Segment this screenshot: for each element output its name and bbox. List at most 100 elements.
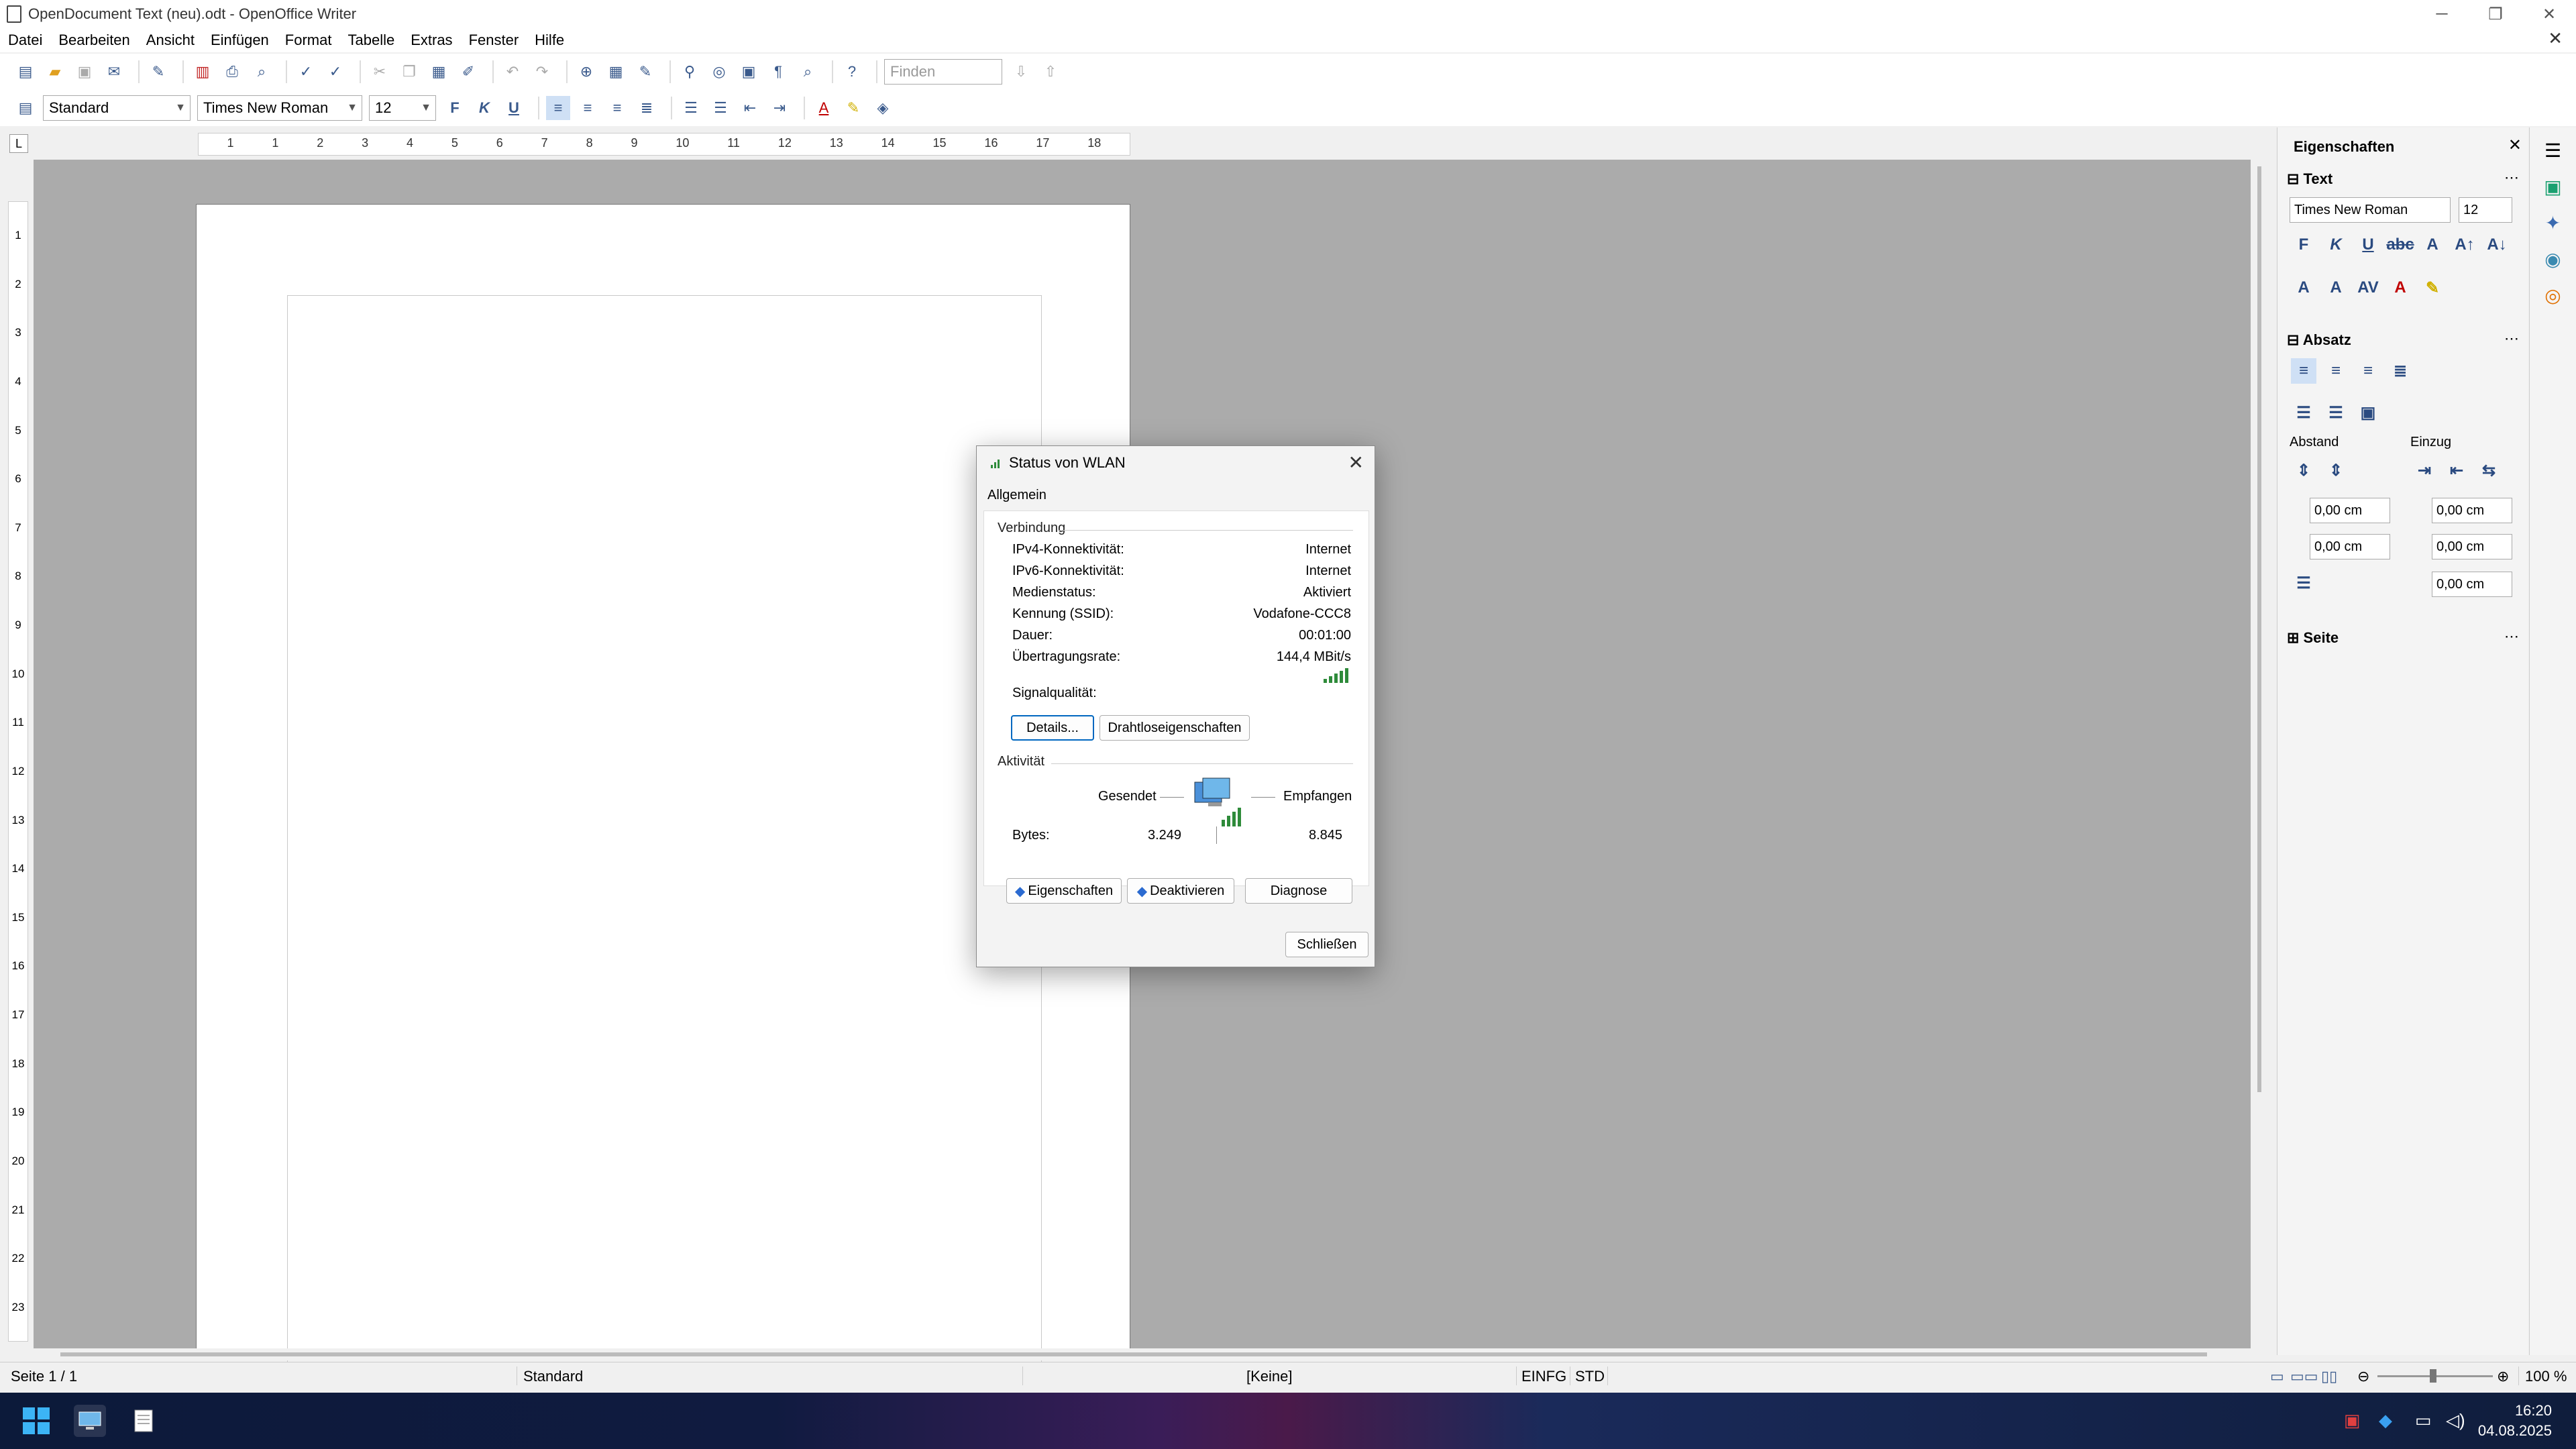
properties-button[interactable]: ◆ Eigenschaften (1006, 878, 1122, 904)
email-icon[interactable]: ✉ (102, 60, 126, 84)
table-icon[interactable]: ▦ (604, 60, 628, 84)
spacing-below-input[interactable]: 0,00 cm (2310, 534, 2390, 559)
tray-network-icon[interactable]: ▭ (2415, 1410, 2432, 1431)
sidebar-bold-button[interactable]: F (2291, 232, 2316, 258)
vertical-scrollbar[interactable] (2251, 160, 2268, 1348)
text-section-header[interactable]: ⊟ Text (2287, 170, 2332, 188)
menu-tabelle[interactable]: Tabelle (347, 32, 394, 49)
bullets-icon[interactable]: ☰ (708, 96, 733, 120)
menu-datei[interactable]: Datei (8, 32, 42, 49)
font-name-select[interactable]: Times New Roman ▼ (197, 95, 362, 121)
increase-indent-icon[interactable]: ⇥ (767, 96, 792, 120)
horizontal-scrollbar[interactable] (34, 1348, 2251, 1360)
decrease-indent-icon[interactable]: ⇤ (738, 96, 762, 120)
bold-button[interactable]: F (443, 96, 467, 120)
tray-antivirus-icon[interactable]: ▣ (2344, 1410, 2361, 1431)
menu-ansicht[interactable]: Ansicht (146, 32, 195, 49)
formatting-marks-icon[interactable]: ¶ (766, 60, 790, 84)
navigator-icon[interactable]: ◎ (707, 60, 731, 84)
copy-icon[interactable]: ❐ (397, 60, 421, 84)
open-folder-icon[interactable]: ▰ (43, 60, 67, 84)
hyperlink-icon[interactable]: ⊕ (574, 60, 598, 84)
menu-fenster[interactable]: Fenster (469, 32, 519, 49)
horizontal-ruler[interactable]: 1 1 2 3 4 5 6 7 8 9 10 11 12 13 14 15 16… (198, 133, 1130, 156)
highlight-icon[interactable]: ✎ (841, 96, 865, 120)
align-center-icon[interactable]: ≡ (576, 96, 600, 120)
disable-button[interactable]: ◆ Deaktivieren (1127, 878, 1234, 904)
text-more-options-icon[interactable]: ⋯ (2504, 169, 2519, 186)
indent-before-input[interactable]: 0,00 cm (2432, 498, 2512, 523)
sidebar-font-color-icon[interactable]: A (2387, 275, 2413, 301)
gallery-icon[interactable]: ▣ (737, 60, 761, 84)
sidebar-align-center-icon[interactable]: ≡ (2323, 358, 2349, 384)
menu-extras[interactable]: Extras (411, 32, 452, 49)
help-icon[interactable]: ? (840, 60, 864, 84)
selection-mode-indicator[interactable]: STD (1575, 1368, 1605, 1385)
decrease-spacing-icon[interactable]: ⇕ (2323, 458, 2349, 483)
diagnose-button[interactable]: Diagnose (1245, 878, 1352, 904)
indent-after-input[interactable]: 0,00 cm (2432, 534, 2512, 559)
book-view-icon[interactable]: ▯▯ (2321, 1368, 2337, 1385)
page-indicator[interactable]: Seite 1 / 1 (11, 1368, 77, 1385)
italic-button[interactable]: K (472, 96, 496, 120)
tray-volume-icon[interactable]: ◁) (2446, 1410, 2465, 1431)
scrollbar-thumb[interactable] (60, 1352, 2207, 1356)
navigator-deck-icon[interactable]: ◎ (2540, 282, 2567, 309)
sidebar-italic-button[interactable]: K (2323, 232, 2349, 258)
sidebar-decrease-indent-icon[interactable]: ⇤ (2444, 458, 2469, 483)
sidebar-numbering-icon[interactable]: ☰ (2323, 400, 2349, 425)
cut-icon[interactable]: ✂ (368, 60, 392, 84)
gallery-deck-icon[interactable]: ◉ (2540, 246, 2567, 272)
menu-bearbeiten[interactable]: Bearbeiten (58, 32, 129, 49)
single-page-view-icon[interactable]: ▭ (2270, 1368, 2284, 1385)
strikethrough-icon[interactable]: abc (2386, 232, 2414, 258)
font-color-icon[interactable]: A (812, 96, 836, 120)
close-window-button[interactable]: ✕ (2522, 0, 2576, 28)
sidebar-size-select[interactable]: 12 (2459, 197, 2512, 223)
format-paintbrush-icon[interactable]: ✐ (456, 60, 480, 84)
hanging-indent-icon[interactable]: ⇆ (2476, 458, 2502, 483)
paragraph-section-header[interactable]: ⊟ Absatz (2287, 331, 2351, 349)
styles-icon[interactable]: ▤ (13, 96, 38, 120)
start-button[interactable] (20, 1405, 52, 1437)
draw-functions-icon[interactable]: ✎ (633, 60, 657, 84)
new-document-icon[interactable]: ▤ (13, 60, 38, 84)
shrink-font-icon[interactable]: A (2323, 275, 2349, 301)
properties-deck-icon[interactable]: ▣ (2540, 173, 2567, 200)
tab-stop-selector[interactable]: L (9, 134, 28, 153)
maximize-button[interactable]: ❐ (2469, 0, 2522, 28)
menu-format[interactable]: Format (285, 32, 332, 49)
zoom-out-icon[interactable]: ⊖ (2357, 1368, 2369, 1385)
sidebar-increase-indent-icon[interactable]: ⇥ (2412, 458, 2437, 483)
wireless-properties-button[interactable]: Drahtloseigenschaften (1099, 715, 1250, 741)
background-color-icon[interactable]: ◈ (871, 96, 895, 120)
increase-spacing-icon[interactable]: ⇕ (2291, 458, 2316, 483)
find-replace-icon[interactable]: ⚲ (678, 60, 702, 84)
save-icon[interactable]: ▣ (72, 60, 97, 84)
paragraph-style-select[interactable]: Standard ▼ (43, 95, 191, 121)
zoom-icon[interactable]: ⌕ (796, 60, 820, 84)
dialog-titlebar[interactable]: Status von WLAN (990, 454, 1126, 472)
dialog-close-button[interactable]: ✕ (1348, 451, 1364, 474)
zoom-in-icon[interactable]: ⊕ (2497, 1368, 2509, 1385)
text-area[interactable] (287, 295, 1042, 1368)
paragraph-background-icon[interactable]: ▣ (2355, 400, 2381, 425)
paragraph-more-options-icon[interactable]: ⋯ (2504, 330, 2519, 347)
menu-einfuegen[interactable]: Einfügen (211, 32, 269, 49)
align-left-icon[interactable]: ≡ (546, 96, 570, 120)
subscript-icon[interactable]: A↓ (2484, 232, 2510, 258)
page-section-header[interactable]: ⊞ Seite (2287, 629, 2339, 647)
find-next-icon[interactable]: ⇩ (1009, 60, 1033, 84)
sidebar-bullets-icon[interactable]: ☰ (2291, 400, 2316, 425)
justify-icon[interactable]: ≣ (635, 96, 659, 120)
paste-icon[interactable]: ▦ (427, 60, 451, 84)
shadow-icon[interactable]: A (2420, 232, 2445, 258)
first-line-indent-input[interactable]: 0,00 cm (2432, 572, 2512, 597)
sidebar-highlight-icon[interactable]: ✎ (2420, 275, 2445, 301)
undo-icon[interactable]: ↶ (500, 60, 525, 84)
print-icon[interactable]: ⎙ (220, 60, 244, 84)
tab-allgemein[interactable]: Allgemein (987, 488, 1046, 503)
line-spacing-icon[interactable]: ☰ (2291, 570, 2316, 596)
minimize-button[interactable]: ─ (2415, 0, 2469, 28)
scrollbar-thumb[interactable] (2257, 166, 2261, 1092)
